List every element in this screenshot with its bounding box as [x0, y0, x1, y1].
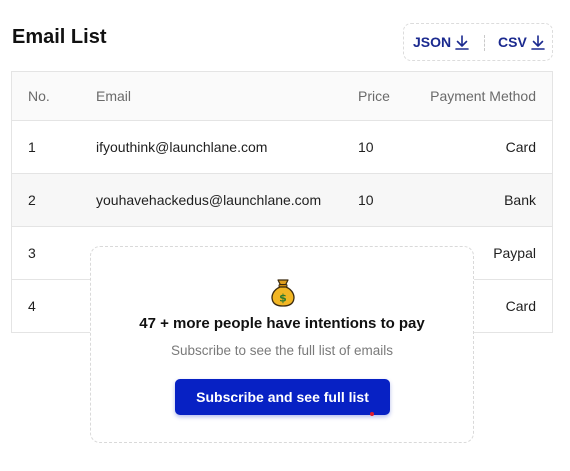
- cell-payment-method: Bank: [504, 192, 536, 208]
- money-bag-icon: $: [271, 279, 295, 307]
- export-csv-button[interactable]: CSV: [498, 24, 545, 60]
- header-no: No.: [28, 88, 50, 104]
- cell-price: 10: [358, 139, 374, 155]
- subscribe-paywall-card: $ 47 + more people have intentions to pa…: [90, 246, 474, 443]
- paywall-headline: 47 + more people have intentions to pay: [139, 315, 425, 332]
- header-price: Price: [358, 88, 390, 104]
- cell-payment-method: Card: [505, 139, 536, 155]
- cell-email: youhavehackedus@launchlane.com: [96, 192, 322, 208]
- download-arrow-icon: [455, 34, 469, 50]
- export-json-label: JSON: [413, 34, 452, 50]
- header-payment-method: Payment Method: [430, 88, 536, 104]
- download-arrow-icon: [530, 34, 545, 50]
- subscribe-button[interactable]: Subscribe and see full list: [175, 379, 390, 415]
- paywall-subtext: Subscribe to see the full list of emails: [170, 343, 394, 358]
- svg-text:$: $: [279, 292, 287, 305]
- export-toolbar: JSON CSV: [403, 23, 553, 61]
- table-row: 2 youhavehackedus@launchlane.com 10 Bank: [12, 174, 552, 227]
- page-title: Email List: [12, 26, 107, 48]
- cell-no: 2: [28, 192, 36, 208]
- header-email: Email: [96, 88, 132, 104]
- export-json-button[interactable]: JSON: [413, 24, 469, 60]
- cursor-marker: [370, 412, 374, 416]
- table-header-row: No. Email Price Payment Method: [12, 72, 552, 121]
- export-divider: [484, 35, 485, 51]
- cell-email: ifyouthink@launchlane.com: [96, 139, 268, 155]
- cell-price: 10: [358, 192, 374, 208]
- cell-no: 3: [28, 245, 36, 261]
- table-row: 1 ifyouthink@launchlane.com 10 Card: [12, 121, 552, 174]
- cell-no: 1: [28, 139, 36, 155]
- export-csv-label: CSV: [498, 34, 527, 50]
- cell-no: 4: [28, 298, 36, 314]
